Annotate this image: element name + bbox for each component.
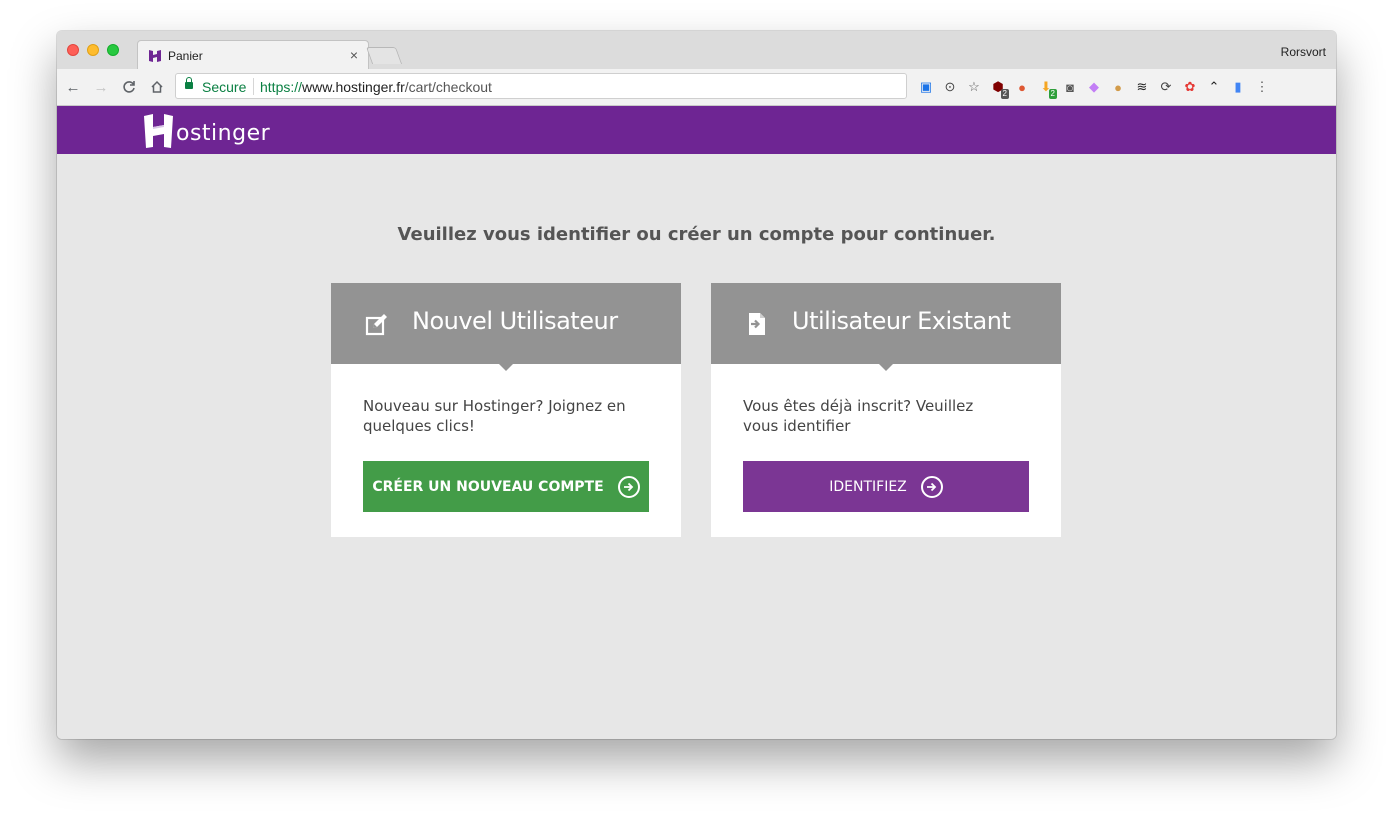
login-button[interactable]: IDENTIFIEZ [743,461,1029,512]
colorpicker-icon[interactable]: ✿ [1181,78,1199,96]
download-icon[interactable]: ⬇ 2 [1037,78,1057,99]
new-user-card: Nouvel Utilisateur Nouveau sur Hostinger… [331,283,681,537]
address-bar[interactable]: Secure https://www.hostinger.fr/cart/che… [175,73,907,99]
forward-arrow-icon[interactable]: → [91,77,111,97]
extension-badge: 2 [1000,89,1009,99]
create-account-label: CRÉER UN NOUVEAU COMPTE [372,478,604,495]
page-intro: Veuillez vous identifier ou créer un com… [397,224,996,245]
tab-panier[interactable]: Panier × [137,40,369,71]
secure-label: Secure [202,79,247,95]
arrow-right-circle-icon [617,475,640,498]
edit-icon [364,311,390,337]
lock-icon [185,77,193,89]
existing-user-card-header: Utilisateur Existant [711,283,1061,371]
arrow-right-circle-icon [920,475,943,498]
url-text[interactable]: https://www.hostinger.fr/cart/checkout [260,79,492,95]
hostinger-logo-mark-icon [143,113,175,149]
home-icon[interactable] [147,77,167,97]
url-path: /cart/checkout [404,79,492,95]
extension-icons: ▣ ⊙ ☆ ⬢ 2 ● ⬇ 2 ◙ ◆ ● ≋ ⟳ ✿ ⌃ ▮ ⋮ [917,77,1271,99]
back-arrow-icon[interactable]: ← [63,77,83,97]
menu-icon[interactable]: ⋮ [1253,78,1271,96]
maximize-window-button[interactable] [107,44,119,56]
pocket-icon[interactable]: ◙ [1061,78,1079,96]
password-icon[interactable]: ⊙ [941,78,959,96]
url-divider [253,78,254,95]
site-header: ostinger [57,106,1336,154]
reload-icon[interactable] [119,77,139,97]
close-tab-icon[interactable]: × [350,47,358,63]
star-icon[interactable]: ☆ [965,78,983,96]
existing-user-text: Vous êtes déjà inscrit? Veuillez vous id… [743,397,974,435]
hostinger-favicon-icon [148,49,162,63]
sync-icon[interactable]: ⟳ [1157,78,1175,96]
feather-icon[interactable]: ◆ [1085,78,1103,96]
login-document-icon [744,311,770,337]
main-content: Veuillez vous identifier ou créer un com… [57,154,1336,739]
cookie-icon[interactable]: ● [1109,78,1127,96]
new-tab-button[interactable] [365,47,403,64]
profile-name[interactable]: Rorsvort [1281,45,1326,59]
tab-strip: Panier × Rorsvort [57,31,1336,71]
zigzag-icon[interactable]: ⌃ [1205,78,1223,96]
hostinger-logo[interactable]: ostinger [143,113,270,149]
minimize-window-button[interactable] [87,44,99,56]
existing-user-card: Utilisateur Existant Vous êtes déjà insc… [711,283,1061,537]
trello-icon[interactable]: ▣ [917,78,935,96]
buffer-icon[interactable]: ≋ [1133,78,1151,96]
create-account-button[interactable]: CRÉER UN NOUVEAU COMPTE [363,461,649,512]
tab-title: Panier [168,49,203,63]
existing-user-title: Utilisateur Existant [792,307,1011,335]
close-window-button[interactable] [67,44,79,56]
sheets-icon[interactable]: ▮ [1229,78,1247,96]
new-user-card-header: Nouvel Utilisateur [331,283,681,371]
browser-window: Panier × Rorsvort ← → Secure https://www… [57,31,1336,739]
browser-toolbar: ← → Secure https://www.hostinger.fr/cart… [57,69,1336,106]
duckduckgo-icon[interactable]: ● [1013,78,1031,96]
logo-text: ostinger [176,120,271,146]
login-button-label: IDENTIFIEZ [829,478,907,495]
ublock-icon[interactable]: ⬢ 2 [989,78,1009,99]
url-scheme: https:// [260,79,303,95]
url-host: www.hostinger.fr [302,79,405,95]
new-user-title: Nouvel Utilisateur [412,307,618,335]
new-user-text: Nouveau sur Hostinger? Joignez en quelqu… [363,397,626,435]
extension-badge: 2 [1048,89,1057,99]
